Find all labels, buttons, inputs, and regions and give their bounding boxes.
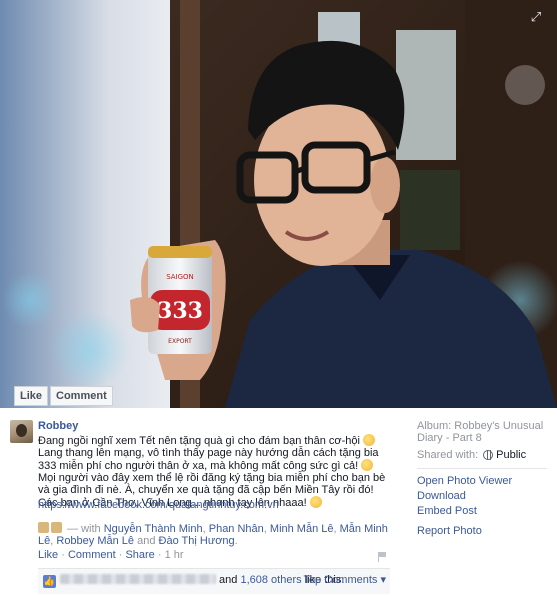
open-photo-viewer-link[interactable]: Open Photo Viewer (417, 475, 553, 487)
tagged-person-link[interactable]: Minh Mẫn Lê (270, 523, 334, 535)
divider (417, 468, 547, 469)
separator: · (58, 549, 68, 561)
post-actions: Like · Comment · Share · 1 hr (38, 549, 184, 561)
others-like-link[interactable]: 1,608 others (240, 574, 301, 586)
caption-part-2: Lang thang lên mạng, vô tình thấy page n… (38, 447, 379, 472)
tags-prefix: — with (64, 523, 104, 535)
can-number-text: 333 (157, 298, 203, 324)
grin-emoji-icon (361, 459, 374, 471)
likes-summary: 👍 and 1,608 others like this. Top Commen… (38, 568, 390, 594)
tagged-person-link[interactable]: Đào Thị Hương (159, 535, 235, 547)
likes-middle: and (216, 574, 241, 586)
comment-link[interactable]: Comment (68, 549, 116, 561)
privacy-setting[interactable]: Public (496, 449, 526, 461)
album-info: Album: Robbey's Unusual Diary - Part 8 (417, 420, 553, 444)
can-brand-text: SAIGON (166, 273, 194, 281)
smile-emoji-icon (363, 434, 376, 446)
smile-emoji-icon (51, 522, 62, 533)
tagged-person-link[interactable]: Phan Nhân (209, 523, 264, 535)
post-caption: Đang ngồi nghĩ xem Tết nên tặng quà gì c… (38, 434, 390, 509)
tagged-person-link[interactable]: Robbey Mẫn Lê (56, 535, 134, 547)
photo-viewer[interactable]: SAIGON 333 EXPORT ⤢ Like Comment (0, 0, 557, 408)
post-details: Robbey Đang ngồi nghĩ xem Tết nên tặng q… (0, 408, 557, 596)
photo-action-buttons: Like Comment (14, 386, 113, 406)
separator: · (154, 549, 165, 561)
blurred-names (60, 574, 216, 584)
photo-sidebar: Album: Robbey's Unusual Diary - Part 8 S… (417, 420, 553, 540)
post-url-link[interactable]: https://www.facebook.com/quatangtinhtuy.… (38, 499, 279, 511)
embed-post-link[interactable]: Embed Post (417, 505, 553, 517)
album-prefix: Album: (417, 420, 455, 432)
separator: · (115, 549, 126, 561)
top-comments-dropdown[interactable]: Top Comments ▾ (303, 574, 386, 586)
can-export-text: EXPORT (168, 338, 192, 345)
download-link[interactable]: Download (417, 490, 553, 502)
thumbs-up-icon: 👍 (43, 575, 56, 588)
timestamp[interactable]: 1 hr (165, 549, 184, 561)
beer-emoji-icon (38, 522, 49, 533)
photo-like-button[interactable]: Like (14, 386, 49, 406)
photo-image: SAIGON 333 EXPORT (0, 0, 557, 408)
report-photo-link[interactable]: Report Photo (417, 525, 553, 537)
gift-emoji-icon (309, 496, 322, 508)
tags-conjunction: and (134, 535, 159, 547)
globe-icon (483, 450, 494, 460)
shared-with-label: Shared with: (417, 449, 479, 461)
expand-arrows-icon[interactable]: ⤢ (529, 10, 543, 24)
tagged-people: — with Nguyễn Thành Minh, Phan Nhân, Min… (38, 522, 388, 547)
like-link[interactable]: Like (38, 549, 58, 561)
caption-part-1: Đang ngồi nghĩ xem Tết nên tặng quà gì c… (38, 435, 360, 447)
avatar[interactable] (10, 420, 33, 443)
shared-with: Shared with: Public (417, 449, 553, 461)
tags-end: . (234, 535, 238, 547)
photo-comment-button[interactable]: Comment (50, 386, 113, 406)
flag-icon[interactable] (378, 552, 386, 562)
author-name-link[interactable]: Robbey (38, 420, 78, 432)
tagged-person-link[interactable]: Nguyễn Thành Minh (104, 523, 203, 535)
share-link[interactable]: Share (125, 549, 154, 561)
